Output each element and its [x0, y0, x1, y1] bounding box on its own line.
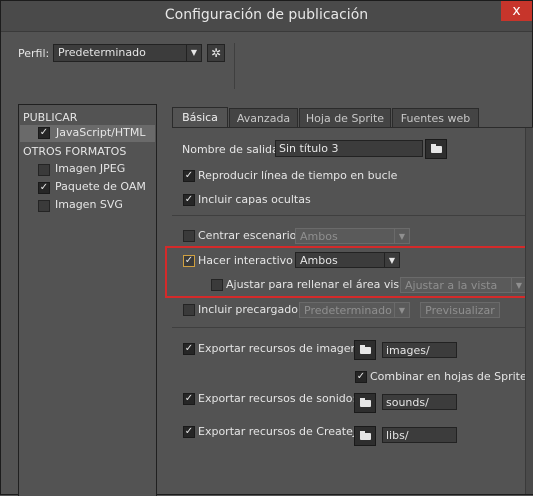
jpeg-checkbox[interactable]: [38, 164, 50, 176]
export-sounds-label: Exportar recursos de sonido:: [198, 392, 357, 405]
combine-sprites-checkbox[interactable]: ✓: [355, 371, 367, 383]
hidden-layers-checkbox[interactable]: ✓: [183, 194, 195, 206]
export-sounds-path[interactable]: sounds/: [382, 394, 457, 410]
export-createjs-path[interactable]: libs/: [382, 427, 457, 443]
profile-label: Perfil:: [18, 47, 50, 60]
publish-settings-dialog: Configuración de publicación x Perfil: P…: [0, 0, 533, 496]
chevron-down-icon: ▼: [394, 303, 409, 317]
tab-basica[interactable]: Básica: [172, 107, 228, 128]
preloader-dropdown[interactable]: Predeterminado ▼: [299, 302, 410, 318]
oam-checkbox[interactable]: ✓: [38, 182, 50, 194]
javascript-html-label: JavaScript/HTML: [56, 126, 146, 139]
output-folder-button[interactable]: [425, 139, 447, 159]
svg-checkbox[interactable]: [38, 200, 50, 212]
loop-label: Reproducir línea de tiempo en bucle: [198, 169, 398, 182]
gear-icon: ✲: [210, 46, 222, 60]
combine-sprites-label: Combinar en hojas de Sprite: [370, 370, 527, 383]
preview-button[interactable]: Previsualizar: [420, 302, 500, 318]
profile-dropdown[interactable]: Predeterminado ▼: [53, 44, 202, 62]
tab-strip-line: [172, 127, 533, 128]
export-createjs-checkbox[interactable]: ✓: [183, 426, 195, 438]
chevron-down-icon: ▼: [511, 278, 526, 292]
export-images-path[interactable]: images/: [382, 342, 457, 358]
createjs-folder-button[interactable]: [354, 426, 376, 446]
section-divider: [172, 327, 527, 328]
chevron-down-icon: ▼: [394, 229, 409, 243]
preloader-checkbox[interactable]: [183, 304, 195, 316]
profile-settings-button[interactable]: ✲: [207, 44, 225, 62]
jpeg-label: Imagen JPEG: [55, 162, 126, 175]
scale-fill-checkbox[interactable]: [211, 279, 223, 291]
publish-header: PUBLICAR: [23, 111, 78, 124]
other-formats-header: OTROS FORMATOS: [23, 145, 127, 158]
tab-avanzada[interactable]: Avanzada: [229, 108, 298, 128]
responsive-value: Ambos: [300, 254, 338, 267]
tab-hoja-de-sprite[interactable]: Hoja de Sprite: [299, 108, 391, 128]
export-images-label: Exportar recursos de imagen:: [198, 342, 362, 355]
center-stage-label: Centrar escenario: [198, 229, 297, 242]
javascript-html-checkbox[interactable]: ✓: [38, 127, 50, 139]
loop-checkbox[interactable]: ✓: [183, 170, 195, 182]
export-createjs-label: Exportar recursos de CreateJS:: [198, 425, 367, 438]
chevron-down-icon: ▼: [186, 45, 201, 61]
preloader-value: Predeterminado: [304, 304, 392, 317]
scale-fill-dropdown[interactable]: Ajustar a la vista ▼: [400, 277, 527, 293]
chevron-down-icon: ▼: [384, 253, 399, 267]
format-list-panel: PUBLICAR ✓ JavaScript/HTML OTROS FORMATO…: [18, 104, 157, 496]
close-button[interactable]: x: [501, 1, 532, 21]
export-sounds-checkbox[interactable]: ✓: [183, 393, 195, 405]
tab-fuentes-web[interactable]: Fuentes web: [392, 108, 479, 128]
output-name-input[interactable]: Sin título 3: [275, 140, 423, 157]
center-stage-value: Ambos: [300, 230, 338, 243]
header-divider: [234, 43, 235, 89]
sounds-folder-button[interactable]: [354, 393, 376, 413]
section-divider: [172, 215, 527, 216]
dialog-title: Configuración de publicación: [164, 7, 369, 23]
scale-fill-label: Ajustar para rellenar el área visible: [226, 278, 420, 291]
images-folder-button[interactable]: [354, 340, 376, 360]
responsive-checkbox[interactable]: ✓: [183, 255, 195, 267]
preloader-label: Incluir precargador: [198, 303, 303, 316]
center-stage-dropdown[interactable]: Ambos ▼: [295, 228, 410, 244]
profile-value: Predeterminado: [58, 46, 146, 59]
format-item-javascript-html[interactable]: ✓ JavaScript/HTML: [20, 125, 155, 142]
title-bar: Configuración de publicación x: [1, 1, 532, 32]
oam-label: Paquete de OAM: [55, 180, 146, 193]
scale-fill-value: Ajustar a la vista: [405, 279, 498, 292]
hidden-layers-label: Incluir capas ocultas: [198, 193, 311, 206]
center-stage-checkbox[interactable]: [183, 230, 195, 242]
responsive-label: Hacer interactivo: [198, 254, 293, 267]
scrollbar-track[interactable]: [525, 128, 533, 494]
svg-label: Imagen SVG: [55, 198, 123, 211]
export-images-checkbox[interactable]: ✓: [183, 343, 195, 355]
output-name-label: Nombre de salida:: [182, 143, 283, 156]
responsive-dropdown[interactable]: Ambos ▼: [295, 252, 400, 268]
